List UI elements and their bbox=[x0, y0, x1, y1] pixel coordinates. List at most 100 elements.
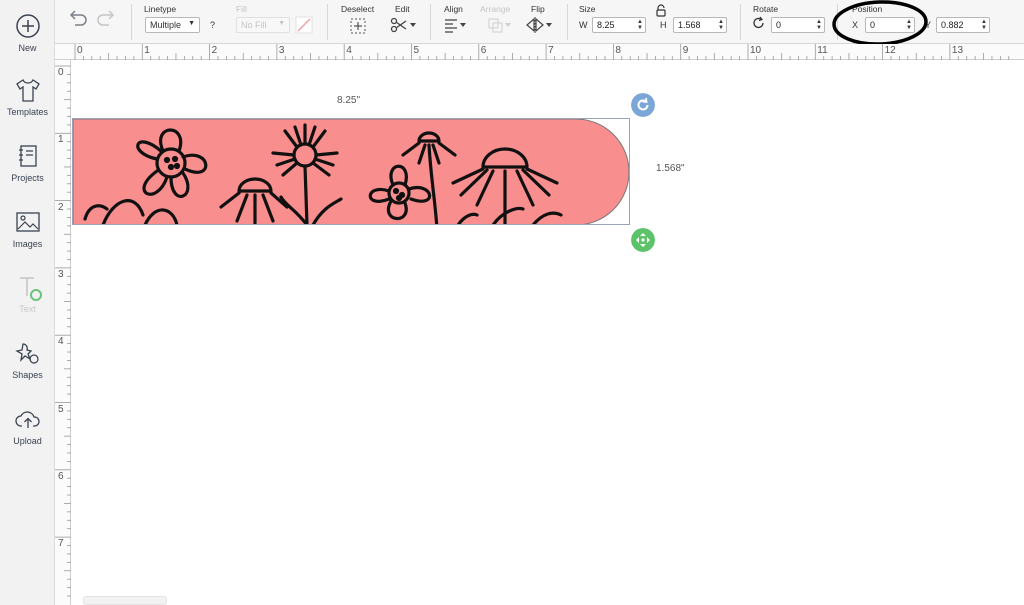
edit-label: Edit bbox=[395, 4, 410, 14]
lock-icon[interactable] bbox=[655, 4, 667, 17]
ruler-number: 4 bbox=[58, 336, 64, 348]
sidebar-item-label: Projects bbox=[11, 173, 44, 183]
text-icon bbox=[19, 277, 42, 301]
sidebar-item-shapes[interactable]: Shapes bbox=[0, 339, 55, 380]
ruler-number: 2 bbox=[211, 45, 218, 56]
deselect-label: Deselect bbox=[341, 4, 375, 14]
rotate-icon bbox=[753, 16, 764, 29]
vertical-ruler: 0 1 2 3 4 5 6 7 bbox=[55, 60, 71, 605]
width-value: 8.25 bbox=[597, 20, 615, 30]
width-label: W bbox=[579, 20, 588, 30]
ruler-number: 2 bbox=[58, 201, 64, 213]
image-icon bbox=[15, 212, 40, 232]
linetype-value: Multiple bbox=[150, 20, 182, 30]
align-label: Align bbox=[444, 4, 463, 14]
move-handle-icon[interactable] bbox=[631, 228, 655, 252]
ruler-number: 11 bbox=[817, 45, 828, 56]
arrange-label: Arrange bbox=[480, 4, 511, 14]
chevron-down-icon: ▼ bbox=[278, 20, 285, 27]
toolbar-divider bbox=[740, 4, 741, 40]
size-label: Size bbox=[579, 4, 596, 14]
cloud-upload-icon bbox=[14, 411, 40, 428]
ruler-number: 5 bbox=[58, 403, 64, 415]
plus-circle-icon bbox=[15, 14, 40, 38]
height-input[interactable]: 1.568 ▲ ▼ bbox=[673, 17, 727, 33]
sidebar-item-label: New bbox=[18, 43, 37, 53]
sidebar-item-label: Upload bbox=[13, 436, 42, 446]
fill-value: No Fill bbox=[241, 20, 267, 30]
rotate-input[interactable]: 0 ▲ ▼ bbox=[771, 17, 825, 33]
toolbar-divider bbox=[567, 4, 568, 40]
toolbar-divider bbox=[430, 4, 431, 40]
selection-bounding-box bbox=[72, 118, 630, 225]
ruler-number: 7 bbox=[548, 45, 554, 56]
width-dimension-label: 8.25" bbox=[337, 95, 361, 106]
toolbar-divider bbox=[131, 4, 132, 40]
annotation-circle bbox=[832, 0, 928, 46]
deselect-icon[interactable] bbox=[349, 17, 367, 35]
sidebar-item-label: Templates bbox=[6, 107, 49, 117]
ruler-number: 0 bbox=[58, 67, 64, 78]
position-y-value: 0.882 bbox=[941, 20, 964, 30]
sidebar-item-images[interactable]: Images bbox=[0, 208, 55, 249]
ruler-number: 5 bbox=[413, 45, 420, 56]
notebook-icon bbox=[18, 145, 37, 167]
flip-icon[interactable] bbox=[525, 17, 553, 33]
stepper-arrows-icon[interactable]: ▲ ▼ bbox=[718, 19, 724, 31]
ruler-number: 6 bbox=[58, 470, 64, 482]
redo-icon[interactable] bbox=[95, 10, 117, 28]
rotate-label: Rotate bbox=[753, 4, 779, 14]
ruler-number: 0 bbox=[77, 45, 83, 56]
linetype-label: Linetype bbox=[144, 4, 177, 14]
fill-label: Fill bbox=[236, 4, 247, 14]
shapes-icon bbox=[14, 343, 39, 364]
sidebar-item-new[interactable]: New bbox=[0, 12, 55, 53]
ruler-number: 1 bbox=[58, 134, 64, 146]
linetype-help-button[interactable]: ? bbox=[210, 20, 215, 30]
align-icon[interactable] bbox=[443, 17, 469, 33]
scissors-icon[interactable] bbox=[390, 17, 418, 33]
sidebar-item-projects[interactable]: Projects bbox=[0, 142, 55, 183]
linetype-select[interactable]: Multiple ▼ bbox=[145, 17, 200, 33]
canvas-scrollbar[interactable] bbox=[83, 596, 167, 605]
rotate-handle-icon[interactable] bbox=[631, 93, 655, 117]
height-label: H bbox=[660, 20, 667, 30]
ruler-number: 10 bbox=[750, 45, 762, 56]
stepper-arrows-icon[interactable]: ▲ ▼ bbox=[637, 19, 643, 31]
stepper-arrows-icon[interactable]: ▲ ▼ bbox=[981, 19, 987, 31]
height-value: 1.568 bbox=[678, 20, 701, 30]
horizontal-ruler: 0 1 2 3 4 5 6 7 8 9 10 11 12 13 bbox=[55, 44, 1024, 60]
undo-icon[interactable] bbox=[67, 10, 89, 28]
ruler-number: 1 bbox=[144, 45, 150, 56]
sidebar-item-upload[interactable]: Upload bbox=[0, 405, 55, 446]
ruler-ticks bbox=[74, 44, 1010, 60]
ruler-number: 4 bbox=[346, 45, 352, 56]
fill-select[interactable]: No Fill ▼ bbox=[236, 17, 290, 33]
ruler-number: 13 bbox=[951, 45, 964, 56]
left-sidebar: New Templates Projects Images Text Shape… bbox=[0, 0, 55, 605]
sidebar-item-label: Shapes bbox=[12, 370, 43, 380]
fill-color-swatch[interactable] bbox=[295, 16, 313, 34]
chevron-down-icon: ▼ bbox=[188, 20, 195, 27]
ruler-number: 12 bbox=[884, 45, 896, 56]
ruler-number: 3 bbox=[278, 45, 285, 56]
width-input[interactable]: 8.25 ▲ ▼ bbox=[592, 17, 646, 33]
toolbar-divider bbox=[327, 4, 328, 40]
sidebar-item-label: Images bbox=[12, 239, 43, 249]
sidebar-item-text[interactable]: Text bbox=[0, 273, 55, 314]
top-toolbar: Linetype Multiple ▼ ? Fill No Fill ▼ Des… bbox=[55, 0, 1024, 46]
ruler-number: 6 bbox=[480, 45, 487, 56]
arrange-icon[interactable] bbox=[487, 17, 513, 33]
sidebar-item-templates[interactable]: Templates bbox=[0, 76, 55, 117]
ruler-number: 7 bbox=[58, 538, 64, 550]
ruler-number: 8 bbox=[615, 45, 621, 56]
tshirt-icon bbox=[15, 79, 40, 102]
flip-label: Flip bbox=[531, 4, 545, 14]
sidebar-item-label: Text bbox=[19, 304, 36, 314]
height-dimension-label: 1.568" bbox=[656, 163, 685, 174]
position-y-input[interactable]: 0.882 ▲ ▼ bbox=[936, 17, 990, 33]
ruler-number: 3 bbox=[58, 268, 64, 280]
stepper-arrows-icon[interactable]: ▲ ▼ bbox=[816, 19, 822, 31]
rotate-value: 0 bbox=[776, 20, 782, 30]
ruler-number: 9 bbox=[682, 45, 689, 56]
